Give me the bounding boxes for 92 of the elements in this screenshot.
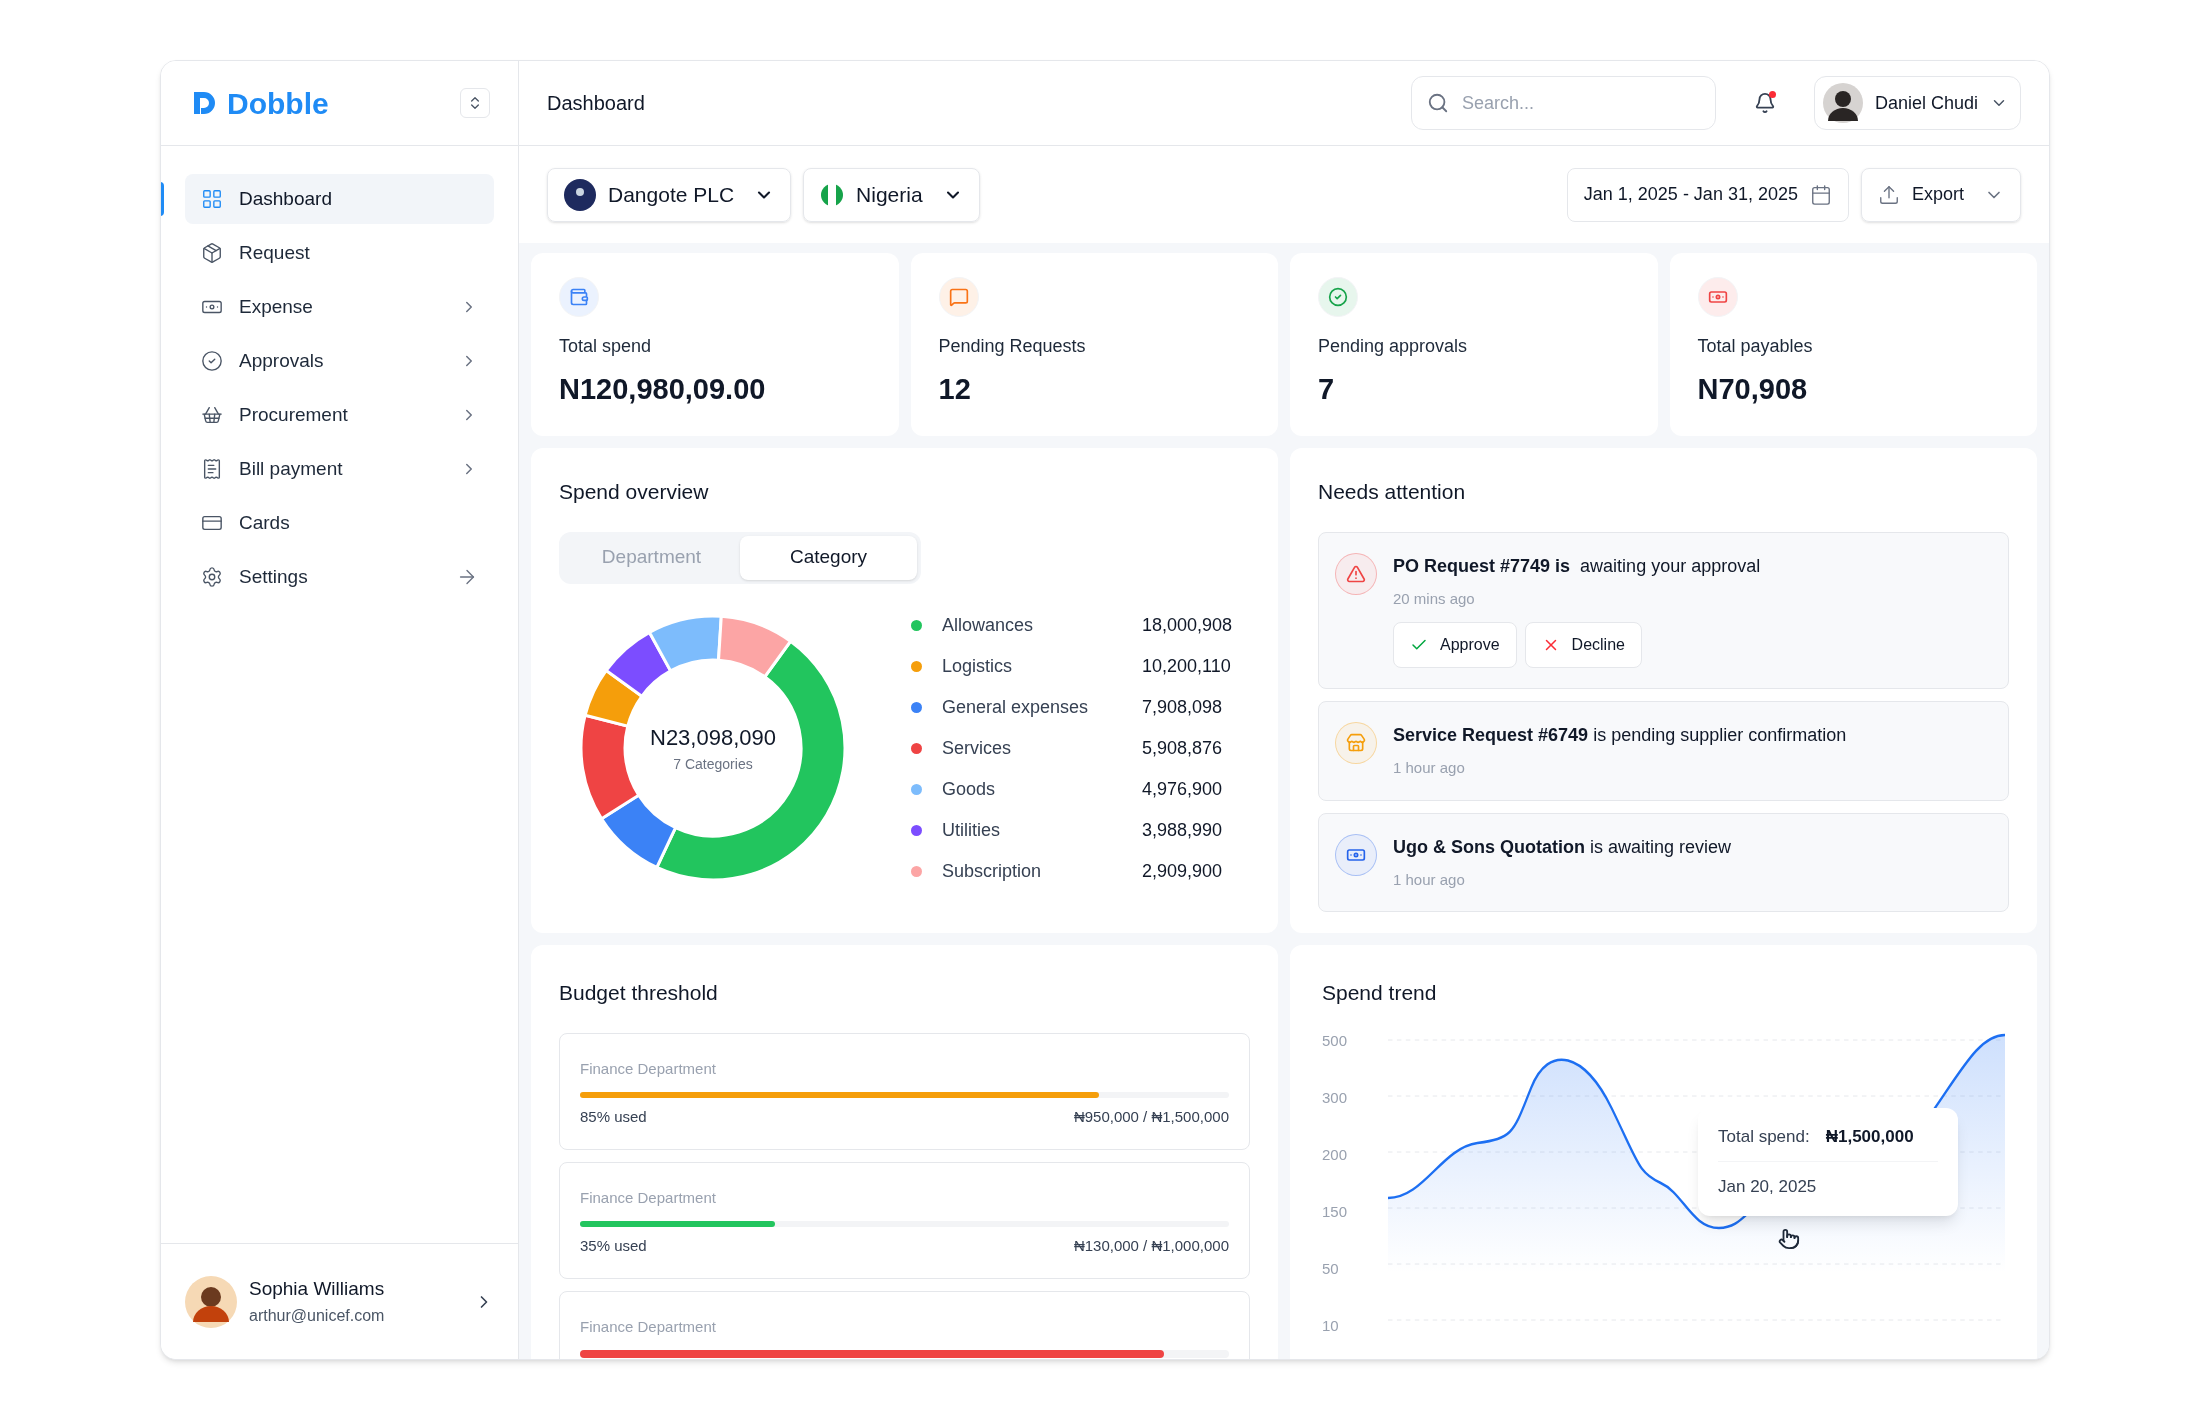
legend-label: Logistics [942, 654, 1014, 678]
stat-value: N70,908 [1697, 372, 1809, 407]
budget-label: Finance Department [580, 1058, 717, 1079]
legend-value: 4,976,900 [1142, 777, 1223, 801]
attention-item[interactable]: Ugo & Sons Quotation is awaiting review 1 hour ago [1318, 812, 2009, 912]
stat-label: Pending approvals [1318, 335, 1469, 358]
legend-label: Subscription [942, 859, 1043, 883]
country-dropdown[interactable]: Nigeria [803, 167, 980, 222]
attention-message: PO Request #7749 is awaiting your approval [1393, 554, 1761, 578]
box-icon [201, 242, 223, 264]
nav-item[interactable]: Expense [185, 282, 494, 332]
banknote-icon [1335, 833, 1377, 876]
legend-value: 7,908,098 [1142, 695, 1223, 719]
attention-item[interactable]: PO Request #7749 is awaiting your approval 20 mins ago Approve Decline [1318, 531, 2009, 689]
legend-value: 10,200,110 [1142, 654, 1231, 678]
card-title: Needs attention [1318, 479, 1467, 505]
calendar-icon [1809, 183, 1832, 206]
card-title: Spend overview [559, 479, 710, 505]
axis-label: 50 [1322, 1260, 1340, 1276]
nav-item[interactable]: Approvals [185, 336, 494, 386]
tooltip-value: ₦1,500,000 [1825, 1125, 1914, 1148]
company-dropdown[interactable]: Dangote PLC [547, 167, 792, 222]
user-name: Sophia Williams [249, 1277, 386, 1302]
export-button[interactable]: Export [1860, 167, 2021, 222]
stat-value: N120,980,09.00 [559, 372, 767, 407]
tooltip-label: Total spend: [1718, 1125, 1810, 1148]
hand-cursor-icon [1778, 1227, 1800, 1250]
user-menu-button[interactable]: Daniel Chudi [1813, 76, 2021, 130]
tooltip-date: Jan 20, 2025 [1718, 1176, 1818, 1198]
legend-label: Goods [942, 777, 997, 801]
axis-label: 200 [1322, 1146, 1349, 1162]
receipt-icon [201, 458, 223, 480]
stat-value: 12 [938, 372, 972, 407]
legend-label: General expenses [942, 695, 1090, 719]
legend-label: Services [942, 736, 1013, 760]
usage-amount: ₦130,000 / ₦1,000,000 [1073, 1236, 1229, 1256]
attention-time: 1 hour ago [1393, 758, 1466, 778]
store-icon [1335, 722, 1377, 764]
legend-value: 18,000,908 [1142, 613, 1233, 637]
basket-icon [201, 404, 223, 426]
card-title: Budget threshold [559, 980, 719, 1006]
legend-value: 3,988,990 [1142, 818, 1223, 842]
brand-name: Dobble [227, 85, 329, 122]
user-avatar [1822, 83, 1863, 123]
search-field[interactable]: Search... [1410, 76, 1716, 130]
stat-label: Pending Requests [938, 335, 1087, 358]
company-logo [564, 178, 596, 211]
legend-value: 2,909,900 [1142, 859, 1223, 883]
stat-label: Total spend [559, 335, 653, 358]
grid-icon [201, 188, 223, 210]
attention-item[interactable]: Service Request #6749 is pending supplier confirmation 1 hour ago [1318, 701, 2009, 801]
settings-icon [201, 566, 223, 588]
approve-button[interactable]: Approve [1393, 622, 1517, 668]
attention-message: Ugo & Sons Quotation is awaiting review [1393, 835, 1732, 859]
nav-item[interactable]: Dashboard [185, 174, 494, 224]
attention-time: 1 hour ago [1393, 869, 1466, 890]
decline-button[interactable]: Decline [1524, 622, 1642, 668]
nav-item[interactable]: Request [185, 228, 494, 278]
budget-label: Finance Department [580, 1316, 717, 1337]
nav-item[interactable]: Bill payment [185, 444, 494, 494]
legend-label: Utilities [942, 818, 1001, 842]
stat-value: 7 [1318, 372, 1336, 407]
user-email: arthur@unicef.com [249, 1305, 386, 1326]
check-circle-icon [201, 350, 223, 372]
donut-total: N23,098,090 [650, 724, 776, 752]
bell-icon [1753, 92, 1776, 114]
user-avatar [185, 1275, 237, 1328]
axis-label: 10 [1322, 1317, 1340, 1333]
attention-message: Service Request #6749 is pending supplier confirmation [1393, 724, 1847, 747]
legend-value: 5,908,876 [1142, 736, 1223, 760]
axis-label: 150 [1322, 1203, 1349, 1219]
upload-icon [1877, 183, 1900, 206]
page-title: Dashboard [547, 91, 646, 116]
donut-subtitle: 7 Categories [673, 755, 753, 774]
search-icon [1426, 92, 1449, 114]
nav-item[interactable]: Cards [185, 498, 494, 548]
stat-label: Total payables [1697, 335, 1814, 358]
budget-label: Finance Department [580, 1187, 717, 1208]
warning-icon [1335, 552, 1377, 595]
axis-label: 500 [1322, 1032, 1349, 1048]
segment-tab[interactable]: Category [740, 535, 917, 580]
legend-label: Allowances [942, 613, 1035, 637]
usage-amount: ₦950,000 / ₦1,500,000 [1073, 1107, 1229, 1127]
card-title: Spend trend [1322, 980, 1438, 1006]
nav-item[interactable]: Procurement [185, 390, 494, 440]
date-range-button[interactable]: Jan 1, 2025 - Jan 31, 2025 [1566, 167, 1849, 222]
usage-percent: 85% used [580, 1107, 647, 1127]
axis-label: 300 [1322, 1089, 1349, 1105]
collapse-button[interactable] [460, 88, 490, 118]
usage-percent: 35% used [580, 1236, 647, 1256]
nav-item[interactable]: Settings [185, 552, 494, 602]
attention-time: 20 mins ago [1393, 588, 1476, 609]
